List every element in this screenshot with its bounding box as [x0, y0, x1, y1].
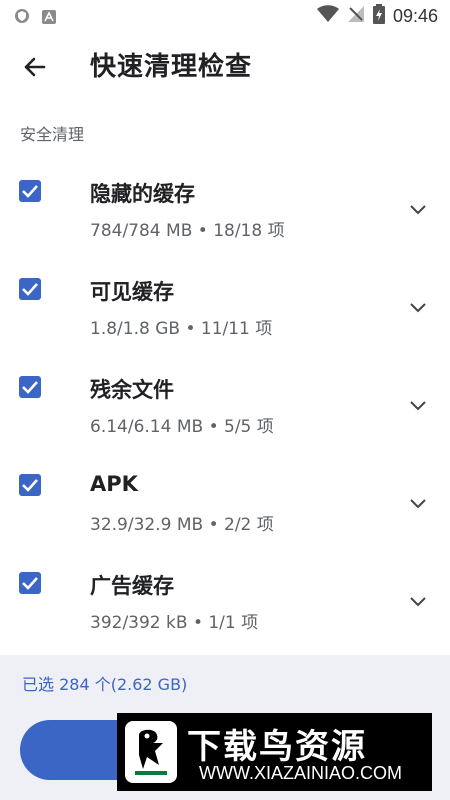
back-button[interactable]: [20, 52, 50, 82]
checkbox-apk[interactable]: [19, 474, 41, 496]
status-bar-right: 09:46: [316, 4, 438, 28]
status-time: 09:46: [392, 5, 438, 26]
list-item-visible-cache[interactable]: 可见缓存 1.8/1.8 GB • 11/11 项: [0, 258, 450, 356]
item-title: 残余文件: [90, 378, 174, 402]
list-item-hidden-cache[interactable]: 隐藏的缓存 784/784 MB • 18/18 项: [0, 160, 450, 258]
arrow-left-icon: [24, 57, 46, 77]
chevron-down-icon[interactable]: [408, 398, 428, 412]
item-title: 可见缓存: [90, 280, 174, 304]
bird-logo-icon: [125, 721, 177, 783]
chevron-down-icon[interactable]: [408, 202, 428, 216]
clean-category-list: 隐藏的缓存 784/784 MB • 18/18 项 可见缓存 1.8/1.8 …: [0, 160, 450, 650]
item-subtitle: 6.14/6.14 MB • 5/5 项: [90, 417, 274, 437]
chevron-down-icon[interactable]: [408, 300, 428, 314]
check-icon: [22, 185, 38, 198]
checkbox-ad-cache[interactable]: [19, 572, 41, 594]
section-label: 安全清理: [20, 125, 85, 144]
shield-app-icon: [14, 8, 30, 28]
checkbox-hidden-cache[interactable]: [19, 180, 41, 202]
status-bar-left: [14, 8, 56, 28]
check-icon: [22, 283, 38, 296]
check-icon: [22, 577, 38, 590]
list-item-ad-cache[interactable]: 广告缓存 392/392 kB • 1/1 项: [0, 552, 450, 650]
item-subtitle: 392/392 kB • 1/1 项: [90, 613, 259, 633]
item-subtitle: 32.9/32.9 MB • 2/2 项: [90, 515, 274, 535]
item-subtitle: 1.8/1.8 GB • 11/11 项: [90, 319, 273, 339]
page-title: 快速清理检查: [90, 52, 253, 82]
chevron-down-icon[interactable]: [408, 594, 428, 608]
a-app-icon: [42, 9, 56, 28]
watermark-banner: 下载鸟资源 WWW.XIAZAINIAO.COM: [117, 713, 432, 791]
item-subtitle: 784/784 MB • 18/18 项: [90, 221, 285, 241]
list-item-apk[interactable]: APK 32.9/32.9 MB • 2/2 项: [0, 454, 450, 552]
wifi-icon: [316, 5, 339, 27]
checkbox-residual-files[interactable]: [19, 376, 41, 398]
app-toolbar: 快速清理检查: [0, 32, 450, 102]
chevron-down-icon[interactable]: [408, 496, 428, 510]
selected-summary: 已选 284 个(2.62 GB): [22, 675, 188, 694]
item-title: 隐藏的缓存: [90, 182, 195, 206]
signal-icon: [347, 5, 365, 27]
list-item-residual-files[interactable]: 残余文件 6.14/6.14 MB • 5/5 项: [0, 356, 450, 454]
status-bar: 09:46: [0, 0, 450, 32]
check-icon: [22, 479, 38, 492]
item-title: 广告缓存: [90, 574, 174, 598]
watermark-title: 下载鸟资源: [187, 727, 367, 767]
battery-charging-icon: [372, 4, 385, 28]
checkbox-visible-cache[interactable]: [19, 278, 41, 300]
check-icon: [22, 381, 38, 394]
watermark-url: WWW.XIAZAINIAO.COM: [199, 763, 402, 783]
item-title: APK: [90, 472, 138, 496]
